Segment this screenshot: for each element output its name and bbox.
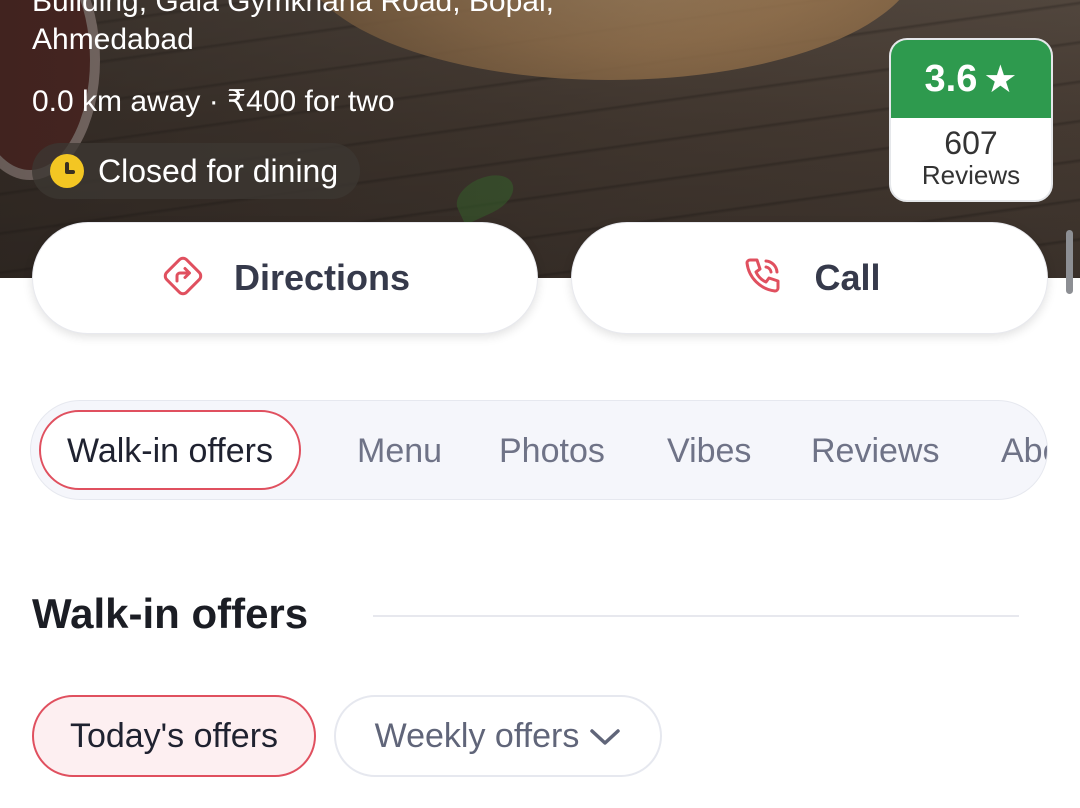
review-count-label: Reviews	[921, 160, 1021, 190]
rating-card[interactable]: 3.6 ★ 607 Reviews	[889, 38, 1053, 202]
directions-label: Directions	[233, 257, 411, 298]
tab-photos[interactable]: Photos	[499, 401, 605, 499]
section-title: Walk-in offers	[32, 590, 309, 637]
weekly-offers-label: Weekly offers	[374, 716, 580, 755]
rating-score-block: 3.6 ★	[891, 40, 1051, 118]
todays-offers-label: Today's offers	[69, 716, 279, 755]
clock-icon	[50, 154, 84, 188]
rating-score: 3.6	[924, 57, 978, 100]
chevron-down-icon	[589, 717, 621, 756]
review-count: 607	[944, 125, 998, 161]
address-line-2: Ahmedabad	[32, 23, 194, 56]
tab-vibes[interactable]: Vibes	[667, 401, 751, 499]
star-icon: ★	[983, 58, 1018, 101]
directions-icon	[160, 253, 206, 304]
tab-menu[interactable]: Menu	[357, 401, 442, 499]
weekly-offers-filter[interactable]: Weekly offers	[334, 695, 662, 777]
address-line-1: Building, Gala Gymkhana Road, Bopal,	[32, 0, 554, 18]
dining-status-text: Closed for dining	[98, 152, 339, 189]
section-tabs: Walk-in offers Menu Photos Vibes Reviews…	[30, 400, 1048, 500]
directions-button[interactable]: Directions	[32, 222, 538, 334]
tab-reviews[interactable]: Reviews	[811, 401, 939, 499]
call-button[interactable]: Call	[571, 222, 1048, 334]
distance-price-info: 0.0 km away · ₹400 for two	[32, 85, 395, 118]
tab-walk-in-offers[interactable]: Walk-in offers	[39, 410, 301, 490]
phone-icon	[738, 252, 786, 305]
call-label: Call	[814, 257, 881, 298]
scrollbar-thumb[interactable]	[1066, 230, 1073, 294]
dining-status-badge: Closed for dining	[32, 143, 361, 199]
section-divider	[373, 615, 1019, 617]
todays-offers-filter[interactable]: Today's offers	[32, 695, 316, 777]
tab-about[interactable]: About	[1001, 401, 1047, 499]
